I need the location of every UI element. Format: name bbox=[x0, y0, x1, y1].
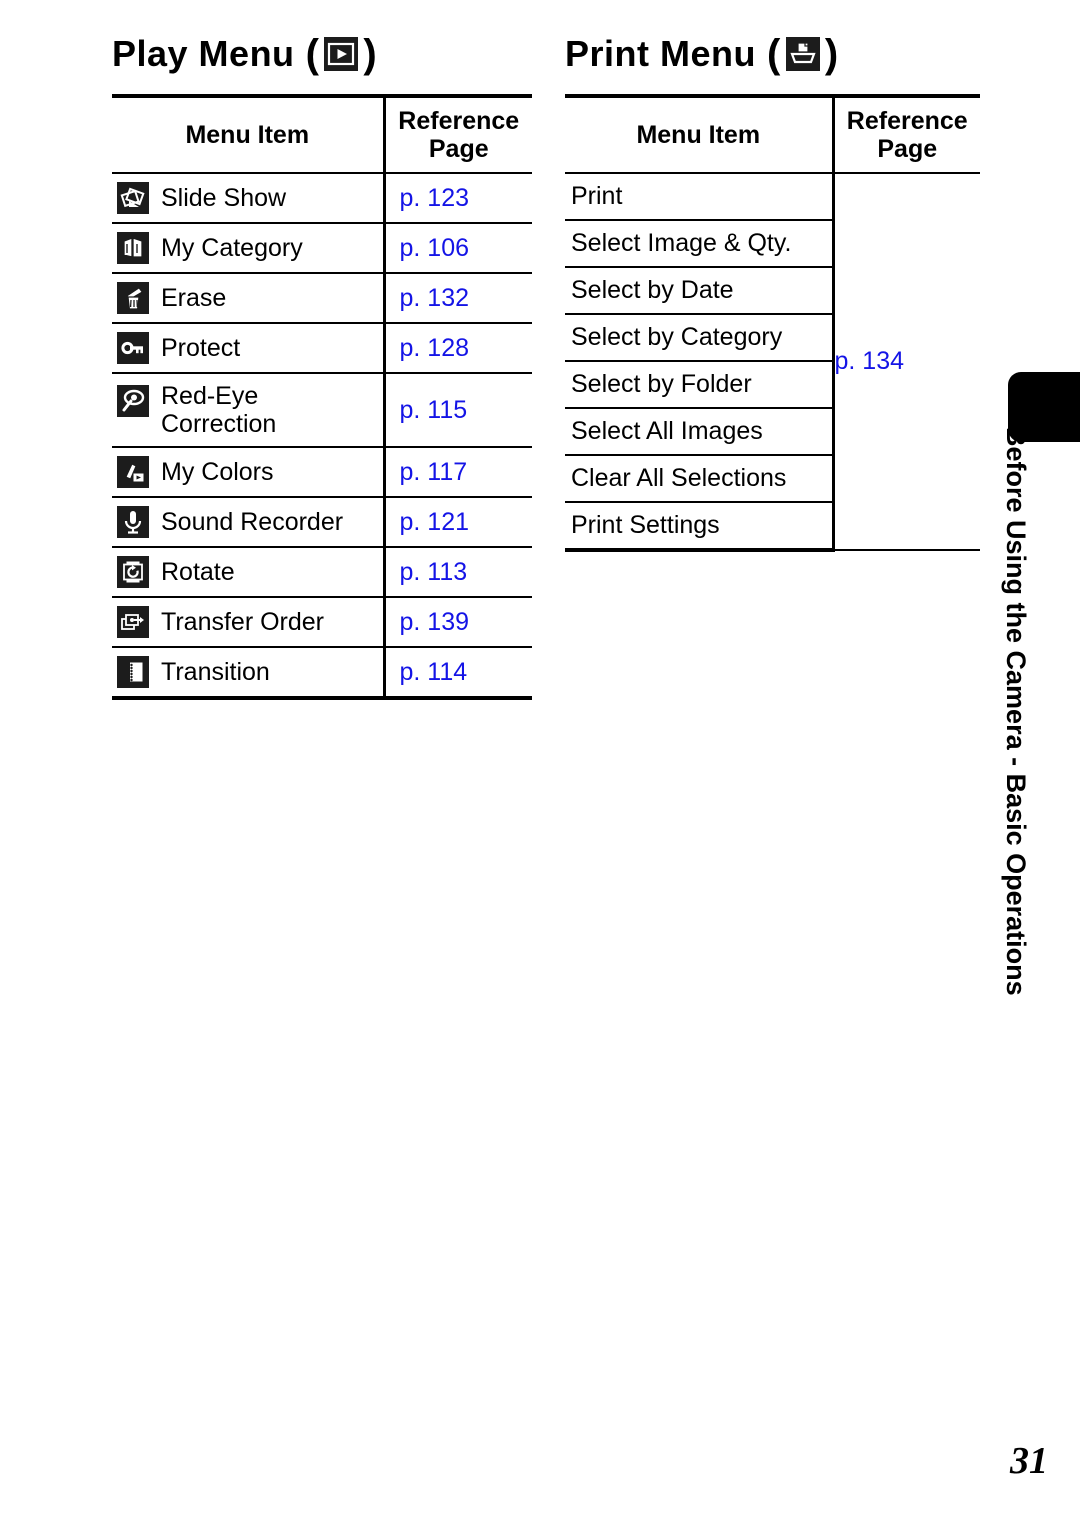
reference-page-cell: p. 115 bbox=[382, 373, 532, 448]
header-reference-line1: Reference bbox=[846, 107, 968, 135]
menu-item-label: Transfer Order bbox=[161, 607, 325, 636]
header-reference-page: Reference Page bbox=[382, 94, 532, 174]
print-menu-title: Print Menu bbox=[565, 33, 756, 74]
menu-item-cell: Transfer Order bbox=[112, 597, 384, 648]
protect-key-icon bbox=[117, 332, 149, 364]
reference-page-cell: p. 106 bbox=[382, 223, 532, 274]
paren-open: ( bbox=[767, 32, 781, 76]
table-header-row: Menu Item Reference Page bbox=[565, 94, 980, 174]
menu-item-cell: Protect bbox=[112, 323, 384, 374]
header-reference-line2: Page bbox=[428, 135, 489, 163]
print-menu-section: Print Menu ( ) Menu Item Reference Page bbox=[565, 28, 980, 552]
erase-icon bbox=[117, 282, 149, 314]
menu-item-cell: Slide Show bbox=[112, 173, 384, 224]
menu-item-label: Clear All Selections bbox=[571, 464, 787, 492]
header-menu-item: Menu Item bbox=[565, 94, 833, 174]
menu-item-cell: My Category bbox=[112, 223, 384, 274]
header-reference-line1: Reference bbox=[398, 107, 520, 135]
reference-page-cell: p. 114 bbox=[382, 647, 532, 700]
menu-item-cell: My Colors bbox=[112, 447, 384, 498]
reference-page-cell-merged: p. 134 bbox=[831, 173, 980, 551]
menu-item-cell: Rotate bbox=[112, 547, 384, 598]
rotate-icon bbox=[117, 556, 149, 588]
play-menu-heading: Play Menu ( ) bbox=[112, 28, 532, 80]
play-menu-table: Menu Item Reference Page Slide Show p. 1… bbox=[112, 94, 532, 700]
menu-item-cell: Select by Category bbox=[565, 314, 833, 362]
reference-page-cell: p. 139 bbox=[382, 597, 532, 648]
page-number: 31 bbox=[1010, 1440, 1048, 1482]
menu-item-label-line2: Correction bbox=[161, 410, 277, 438]
paren-close: ) bbox=[363, 32, 378, 76]
print-menu-heading: Print Menu ( ) bbox=[565, 28, 980, 80]
my-colors-icon bbox=[117, 456, 149, 488]
menu-item-label: Select by Category bbox=[571, 323, 783, 351]
header-reference-line2: Page bbox=[877, 135, 938, 163]
menu-item-label: My Colors bbox=[161, 457, 274, 486]
play-menu-title: Play Menu bbox=[112, 33, 295, 74]
menu-item-cell: Sound Recorder bbox=[112, 497, 384, 548]
menu-item-label-line1: Red-Eye bbox=[161, 381, 259, 410]
my-category-icon bbox=[117, 232, 149, 264]
table-row: Protect p. 128 bbox=[112, 323, 532, 374]
menu-item-cell: Clear All Selections bbox=[565, 455, 833, 503]
sound-recorder-icon bbox=[117, 506, 149, 538]
menu-item-cell: Erase bbox=[112, 273, 384, 324]
reference-page-cell: p. 121 bbox=[382, 497, 532, 548]
table-row: Erase p. 132 bbox=[112, 273, 532, 324]
table-row: My Colors p. 117 bbox=[112, 447, 532, 498]
menu-item-label: Erase bbox=[161, 283, 227, 312]
transition-icon bbox=[117, 656, 149, 688]
menu-item-cell: Select by Date bbox=[565, 267, 833, 315]
menu-item-label: Print bbox=[571, 182, 623, 210]
menu-item-cell: Transition bbox=[112, 647, 384, 700]
menu-item-label: Red-Eye Correction bbox=[161, 382, 276, 439]
play-menu-section: Play Menu ( ) Menu Item Reference Page S… bbox=[112, 28, 532, 700]
table-row: Sound Recorder p. 121 bbox=[112, 497, 532, 548]
reference-page-cell: p. 123 bbox=[382, 173, 532, 224]
manual-page: Play Menu ( ) Menu Item Reference Page S… bbox=[0, 0, 1080, 1521]
paren-close: ) bbox=[824, 32, 839, 76]
chapter-tab-label: Before Using the Camera - Basic Operatio… bbox=[1001, 427, 1031, 996]
menu-item-label: Transition bbox=[161, 657, 270, 686]
reference-page-cell: p. 132 bbox=[382, 273, 532, 324]
menu-item-label: Slide Show bbox=[161, 183, 287, 212]
menu-item-cell: Select Image & Qty. bbox=[565, 220, 833, 268]
paren-open: ( bbox=[305, 32, 320, 76]
menu-item-label: My Category bbox=[161, 233, 303, 262]
header-reference-page: Reference Page bbox=[831, 94, 980, 174]
table-row: Transition p. 114 bbox=[112, 647, 532, 700]
reference-page-cell: p. 113 bbox=[382, 547, 532, 598]
menu-item-label: Select by Folder bbox=[571, 370, 752, 398]
header-menu-item: Menu Item bbox=[112, 94, 384, 174]
table-header-row: Menu Item Reference Page bbox=[112, 94, 532, 174]
menu-item-label: Select by Date bbox=[571, 276, 734, 304]
table-row: My Category p. 106 bbox=[112, 223, 532, 274]
menu-item-label: Rotate bbox=[161, 557, 235, 586]
menu-item-label: Protect bbox=[161, 333, 241, 362]
menu-item-cell: Select All Images bbox=[565, 408, 833, 456]
red-eye-correction-icon bbox=[117, 384, 149, 417]
print-menu-table: Menu Item Reference Page Print p. 134 Se… bbox=[565, 94, 980, 552]
menu-item-label: Select Image & Qty. bbox=[571, 229, 792, 257]
reference-page-cell: p. 117 bbox=[382, 447, 532, 498]
table-row: Rotate p. 113 bbox=[112, 547, 532, 598]
menu-item-label: Select All Images bbox=[571, 417, 763, 445]
table-row: Red-Eye Correction p. 115 bbox=[112, 373, 532, 448]
table-row: Transfer Order p. 139 bbox=[112, 597, 532, 648]
menu-item-cell: Print Settings bbox=[565, 502, 833, 552]
table-row: Print p. 134 bbox=[565, 173, 980, 551]
menu-item-label: Sound Recorder bbox=[161, 507, 344, 536]
menu-item-cell: Red-Eye Correction bbox=[112, 373, 384, 448]
playback-icon bbox=[324, 37, 359, 71]
transfer-order-icon bbox=[117, 606, 149, 638]
menu-item-cell: Select by Folder bbox=[565, 361, 833, 409]
menu-item-label: Print Settings bbox=[571, 511, 720, 539]
slide-show-icon bbox=[117, 182, 149, 214]
reference-page-cell: p. 128 bbox=[382, 323, 532, 374]
print-icon bbox=[785, 37, 820, 71]
menu-item-cell: Print bbox=[565, 173, 833, 221]
table-row: Slide Show p. 123 bbox=[112, 173, 532, 224]
